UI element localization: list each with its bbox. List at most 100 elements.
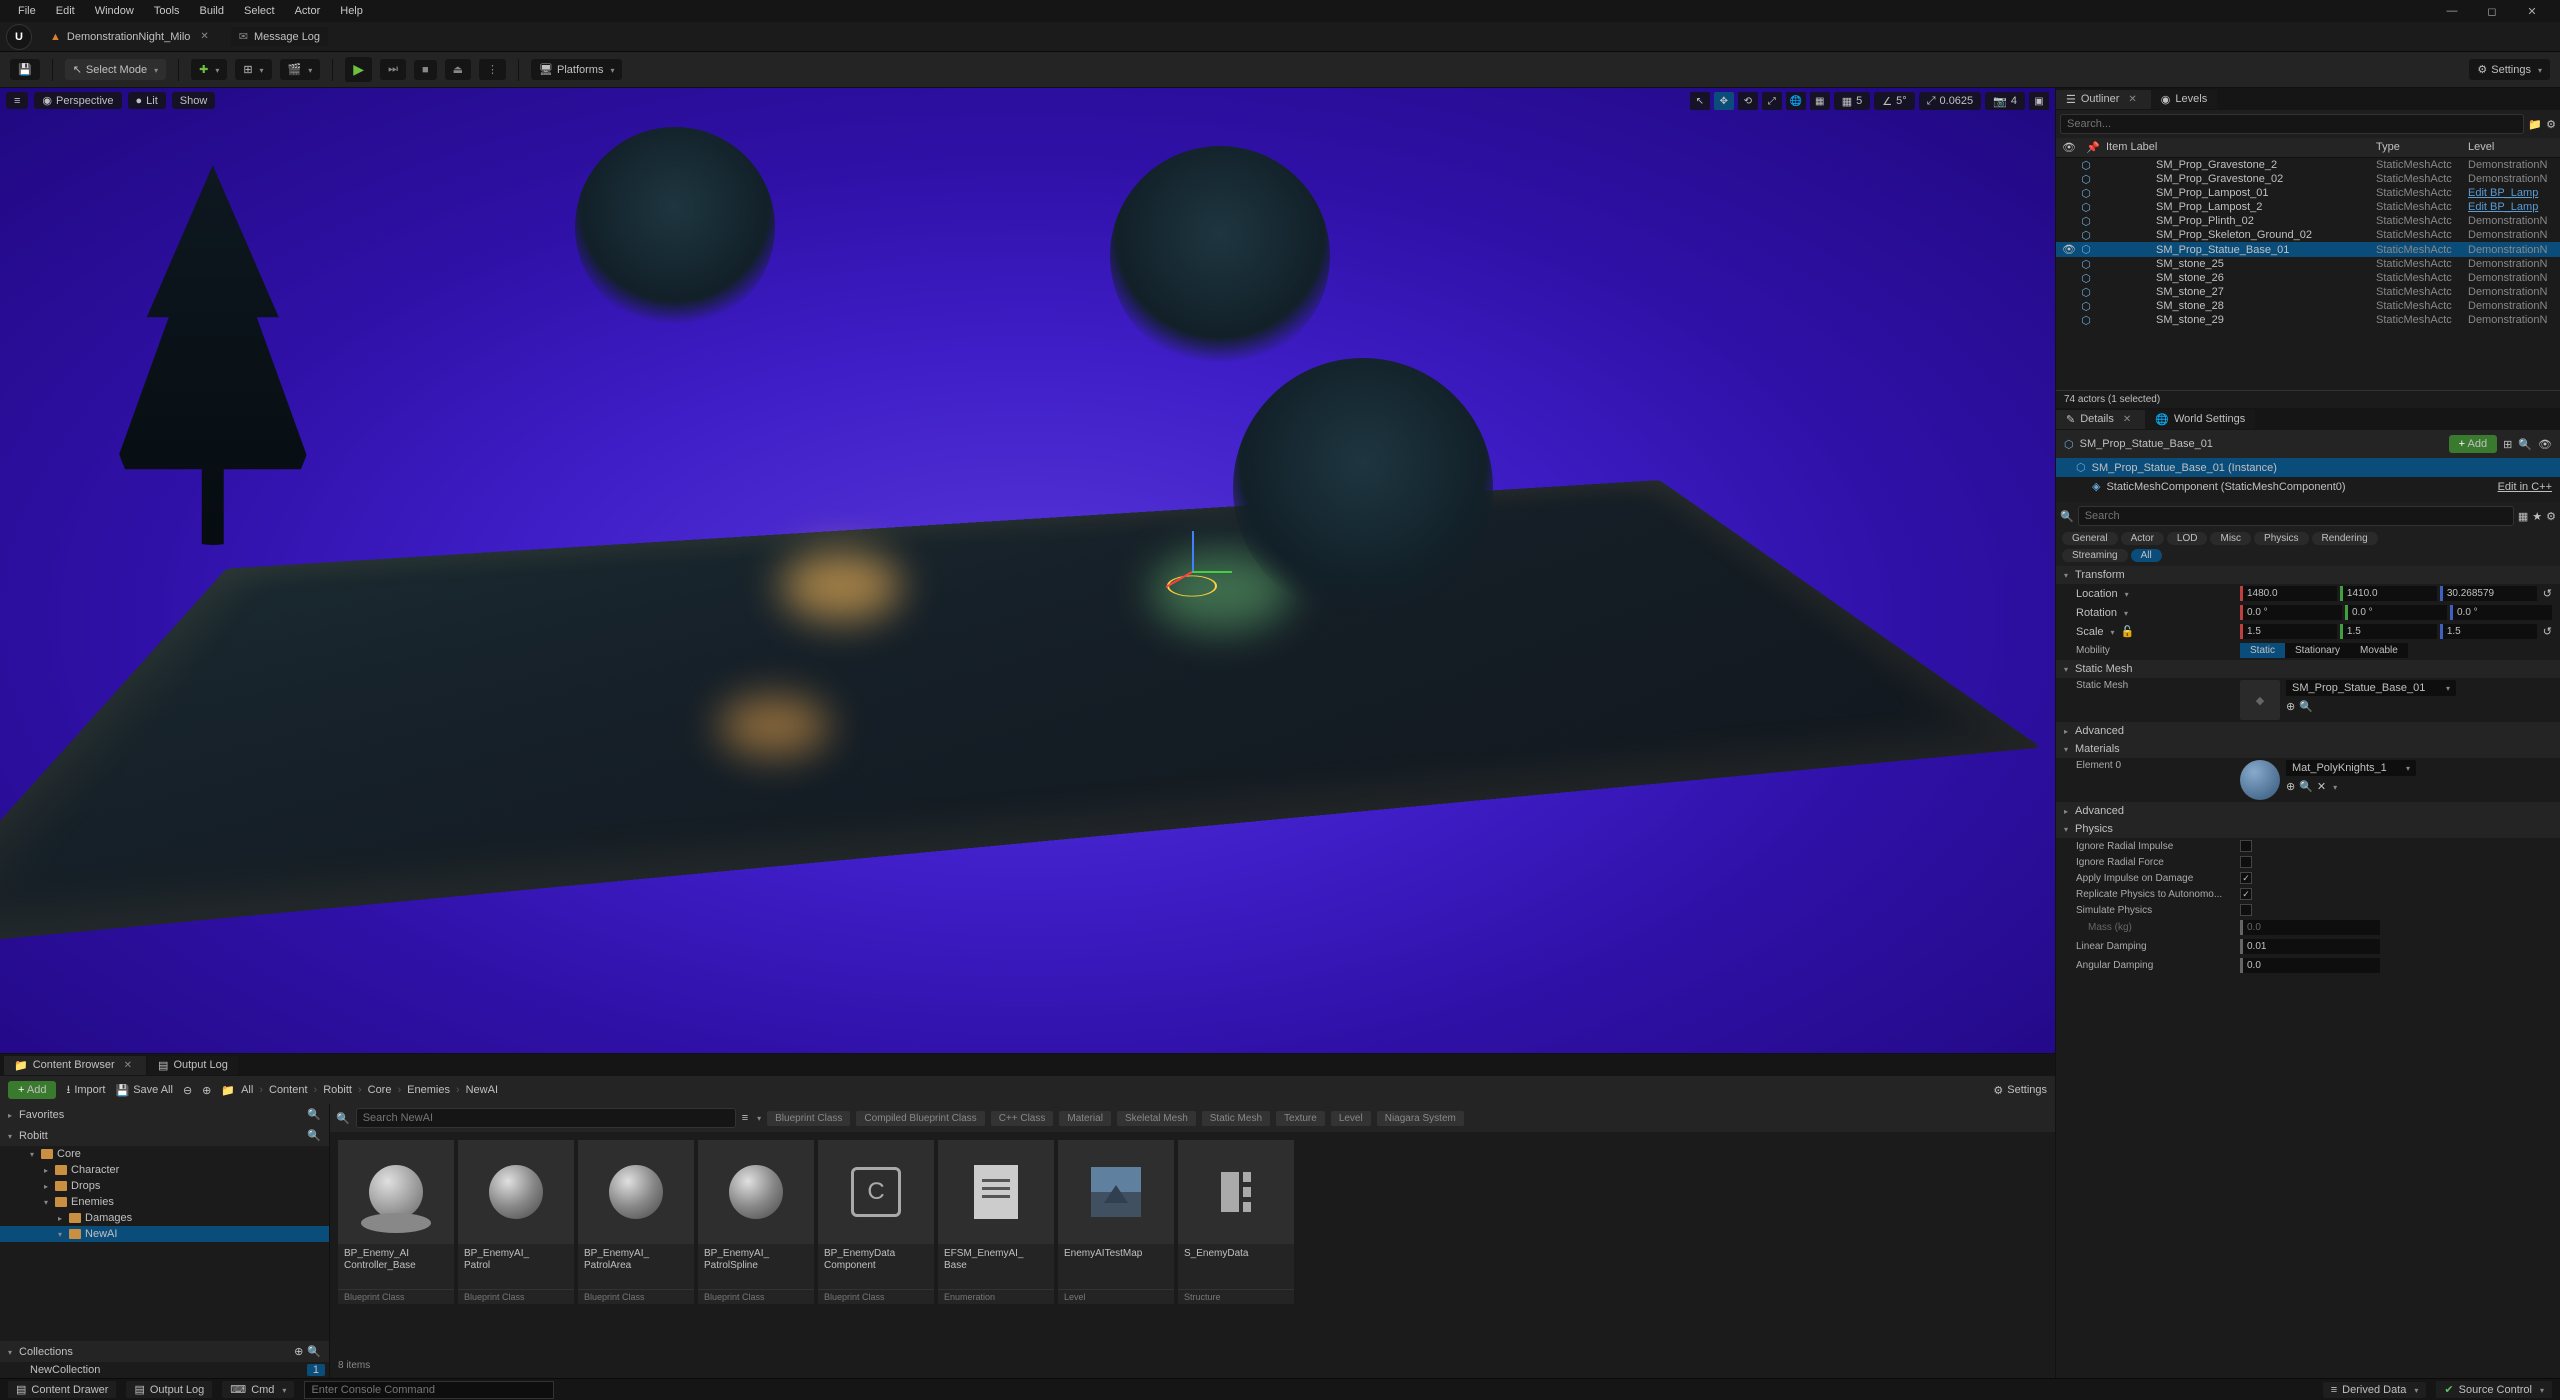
outliner-list[interactable]: ⬡SM_Prop_Gravestone_2StaticMeshActcDemon… (2056, 158, 2560, 390)
maximize-button[interactable]: ◻ (2472, 0, 2512, 22)
world-settings-tab[interactable]: 🌐World Settings (2145, 410, 2255, 429)
search-icon[interactable]: 🔍 (307, 1129, 321, 1142)
outliner-row[interactable]: ⬡SM_stone_26StaticMeshActcDemonstrationN (2056, 271, 2560, 285)
outliner-row[interactable]: ⬡SM_stone_28StaticMeshActcDemonstrationN (2056, 299, 2560, 313)
tree-item[interactable]: Drops (0, 1178, 329, 1194)
instance-row[interactable]: ⬡SM_Prop_Statue_Base_01 (Instance) (2056, 458, 2560, 477)
ignore-radial-force-checkbox[interactable] (2240, 856, 2252, 868)
menu-help[interactable]: Help (330, 2, 373, 20)
menu-select[interactable]: Select (234, 2, 285, 20)
viewport-menu-button[interactable]: ≡ (6, 92, 28, 109)
tree-item[interactable]: Enemies (0, 1194, 329, 1210)
outliner-row[interactable]: ⬡SM_Prop_Gravestone_2StaticMeshActcDemon… (2056, 158, 2560, 172)
filter-chip[interactable]: Compiled Blueprint Class (856, 1111, 984, 1126)
source-control-button[interactable]: ✔Source Control (2436, 1381, 2552, 1398)
play-options-button[interactable]: ⋮ (479, 59, 506, 80)
settings-dropdown[interactable]: ⚙ Settings (2469, 59, 2550, 80)
asset-tile[interactable]: EFSM_EnemyAI_BaseEnumeration (938, 1140, 1054, 1304)
platforms-dropdown[interactable]: 🖥 Platforms (531, 59, 622, 80)
filter-chip[interactable]: Material (1059, 1111, 1111, 1126)
outliner-row[interactable]: ⬡SM_Prop_Lampost_01StaticMeshActcEdit BP… (2056, 186, 2560, 200)
tree-item[interactable]: Core (0, 1146, 329, 1162)
menu-tools[interactable]: Tools (144, 2, 190, 20)
angular-damping-input[interactable]: 0.0 (2240, 958, 2380, 973)
asset-tile[interactable]: BP_Enemy_AIController_BaseBlueprint Clas… (338, 1140, 454, 1304)
perspective-dropdown[interactable]: ◉Perspective (34, 92, 121, 109)
filter-chip[interactable]: Level (1331, 1111, 1371, 1126)
add-component-button[interactable]: + Add (2449, 435, 2497, 453)
ignore-radial-impulse-checkbox[interactable] (2240, 840, 2252, 852)
angle-snap-value[interactable]: ∠5° (1874, 92, 1914, 110)
outliner-row[interactable]: ⬡SM_Prop_Skeleton_Ground_02StaticMeshAct… (2056, 228, 2560, 242)
rotation-z-input[interactable]: 0.0 ° (2450, 605, 2552, 620)
reset-icon[interactable]: ↺ (2543, 625, 2552, 638)
asset-tile[interactable]: BP_EnemyAI_PatrolBlueprint Class (458, 1140, 574, 1304)
filter-chip[interactable]: Rendering (2312, 532, 2378, 545)
favorites-section[interactable]: Favorites🔍 (0, 1104, 329, 1125)
search-icon[interactable]: 🔍 (307, 1108, 321, 1121)
component-row[interactable]: ◈StaticMeshComponent (StaticMeshComponen… (2056, 477, 2560, 496)
move-tool-icon[interactable]: ✥ (1714, 92, 1734, 110)
derived-data-button[interactable]: ≡Derived Data (2323, 1382, 2427, 1398)
asset-tile[interactable]: BP_EnemyAI_PatrolAreaBlueprint Class (578, 1140, 694, 1304)
scale-snap-value[interactable]: ⤢0.0625 (1919, 92, 1981, 110)
menu-build[interactable]: Build (190, 2, 234, 20)
advanced-row-2[interactable]: Advanced (2056, 802, 2560, 820)
root-section[interactable]: Robitt🔍 (0, 1125, 329, 1146)
select-tool-icon[interactable]: ↖ (1690, 92, 1710, 110)
output-log-button[interactable]: ▤Output Log (126, 1381, 212, 1398)
settings-button[interactable]: ⚙Settings (1993, 1084, 2047, 1097)
filter-chip[interactable]: Actor (2121, 532, 2164, 545)
breadcrumb-segment[interactable]: NewAI (466, 1084, 498, 1096)
tree-item[interactable]: Character (0, 1162, 329, 1178)
static-mesh-dropdown[interactable]: SM_Prop_Statue_Base_01 (2286, 680, 2456, 696)
add-icon[interactable]: ⊕ (294, 1345, 303, 1358)
outliner-search-input[interactable] (2060, 114, 2524, 134)
scale-z-input[interactable]: 1.5 (2440, 624, 2537, 639)
advanced-row[interactable]: Advanced (2056, 722, 2560, 740)
simulate-physics-checkbox[interactable] (2240, 904, 2252, 916)
breadcrumb-segment[interactable]: Robitt (323, 1084, 352, 1096)
search-icon[interactable]: 🔍 (307, 1345, 321, 1358)
outliner-row[interactable]: ⬡SM_Prop_Lampost_2StaticMeshActcEdit BP_… (2056, 200, 2560, 214)
stop-button[interactable]: ■ (414, 60, 437, 80)
outliner-row[interactable]: ⬡SM_stone_27StaticMeshActcDemonstrationN (2056, 285, 2560, 299)
breadcrumb[interactable]: 📁All›Content›Robitt›Core›Enemies›NewAI (221, 1084, 498, 1097)
collections-section[interactable]: Collections⊕🔍 (0, 1341, 329, 1362)
cmd-dropdown[interactable]: ⌨Cmd (222, 1381, 294, 1398)
transform-section[interactable]: Transform (2056, 566, 2560, 584)
close-icon[interactable]: ✕ (2119, 414, 2135, 425)
outliner-row[interactable]: 👁⬡SM_Prop_Statue_Base_01StaticMeshActcDe… (2056, 242, 2560, 257)
linear-damping-input[interactable]: 0.01 (2240, 939, 2380, 954)
edit-cpp-link[interactable]: Edit in C++ (2498, 481, 2552, 493)
replicate-physics-checkbox[interactable] (2240, 888, 2252, 900)
add-button[interactable]: + Add (8, 1081, 56, 1099)
message-log-tab[interactable]: ✉ Message Log (231, 27, 328, 46)
outliner-row[interactable]: ⬡SM_Prop_Plinth_02StaticMeshActcDemonstr… (2056, 214, 2560, 228)
select-mode-dropdown[interactable]: ↖ Select Mode (65, 59, 166, 80)
asset-tile[interactable]: EnemyAITestMapLevel (1058, 1140, 1174, 1304)
star-icon[interactable]: ★ (2532, 510, 2542, 523)
close-icon[interactable]: ✕ (196, 31, 212, 42)
sequencer-button[interactable]: 🎬 (280, 59, 321, 80)
outliner-tab[interactable]: ☰Outliner✕ (2056, 90, 2151, 109)
history-fwd-icon[interactable]: ⊕ (202, 1084, 211, 1097)
camera-speed[interactable]: 📷4 (1985, 92, 2025, 110)
scale-tool-icon[interactable]: ⤢ (1762, 92, 1782, 110)
mesh-thumbnail[interactable]: ◆ (2240, 680, 2280, 720)
material-dropdown[interactable]: Mat_PolyKnights_1 (2286, 760, 2416, 776)
static-mesh-section[interactable]: Static Mesh (2056, 660, 2560, 678)
breadcrumb-segment[interactable]: Enemies (407, 1084, 450, 1096)
filter-chip[interactable]: Misc (2210, 532, 2251, 545)
asset-tile[interactable]: S_EnemyDataStructure (1178, 1140, 1294, 1304)
rotate-tool-icon[interactable]: ⟲ (1738, 92, 1758, 110)
tree-item[interactable]: NewAI (0, 1226, 329, 1242)
details-search-input[interactable] (2078, 506, 2514, 526)
gear-icon[interactable]: ⚙ (2546, 118, 2556, 131)
reset-icon[interactable]: ✕ (2317, 780, 2326, 793)
location-x-input[interactable]: 1480.0 (2240, 586, 2337, 601)
mobility-segmented[interactable]: Static Stationary Movable (2240, 643, 2408, 658)
coord-space-icon[interactable]: 🌐 (1786, 92, 1806, 110)
save-all-button[interactable]: 💾Save All (116, 1084, 173, 1097)
materials-section[interactable]: Materials (2056, 740, 2560, 758)
